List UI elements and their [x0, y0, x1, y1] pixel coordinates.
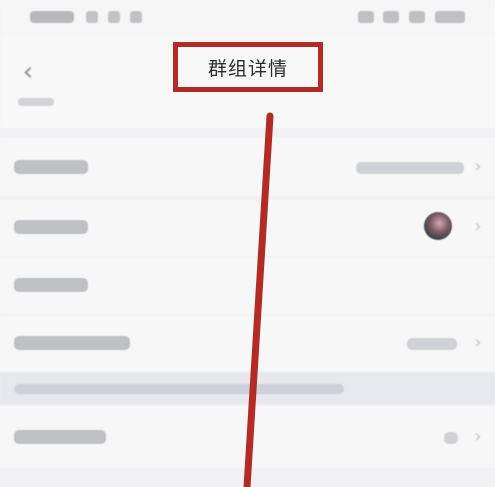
divider — [0, 468, 495, 487]
row-label — [14, 336, 130, 350]
status-icon — [130, 11, 142, 23]
status-icon — [86, 11, 98, 23]
wifi-icon — [409, 11, 425, 23]
battery-icon — [435, 11, 465, 23]
list-item[interactable]: › — [0, 406, 495, 468]
status-time — [30, 11, 74, 23]
row-label — [14, 430, 106, 444]
status-icon — [108, 11, 120, 23]
battery-saver-icon — [358, 11, 374, 23]
status-bar — [0, 0, 495, 36]
list-item[interactable]: › — [0, 200, 495, 256]
row-label — [14, 278, 88, 292]
row-label — [14, 160, 88, 174]
list-item[interactable] — [0, 258, 495, 314]
list-item[interactable]: › — [0, 316, 495, 372]
list-item[interactable]: › — [0, 138, 495, 196]
row-value — [407, 338, 457, 350]
row-label — [14, 220, 88, 234]
chevron-right-icon: › — [474, 216, 482, 237]
nav-subtitle — [18, 98, 54, 106]
chevron-right-icon: › — [474, 426, 482, 447]
page-title: 群组详情 — [207, 57, 288, 80]
highlight-box: 群组详情 — [173, 42, 323, 92]
chevron-right-icon: › — [474, 156, 482, 177]
qr-code-icon — [444, 432, 458, 444]
chevron-right-icon: › — [474, 332, 482, 353]
notice-text — [14, 384, 344, 394]
avatar — [424, 212, 452, 240]
signal-icon — [383, 11, 399, 23]
row-value — [356, 162, 464, 174]
chevron-left-icon[interactable]: ‹ — [14, 58, 42, 86]
